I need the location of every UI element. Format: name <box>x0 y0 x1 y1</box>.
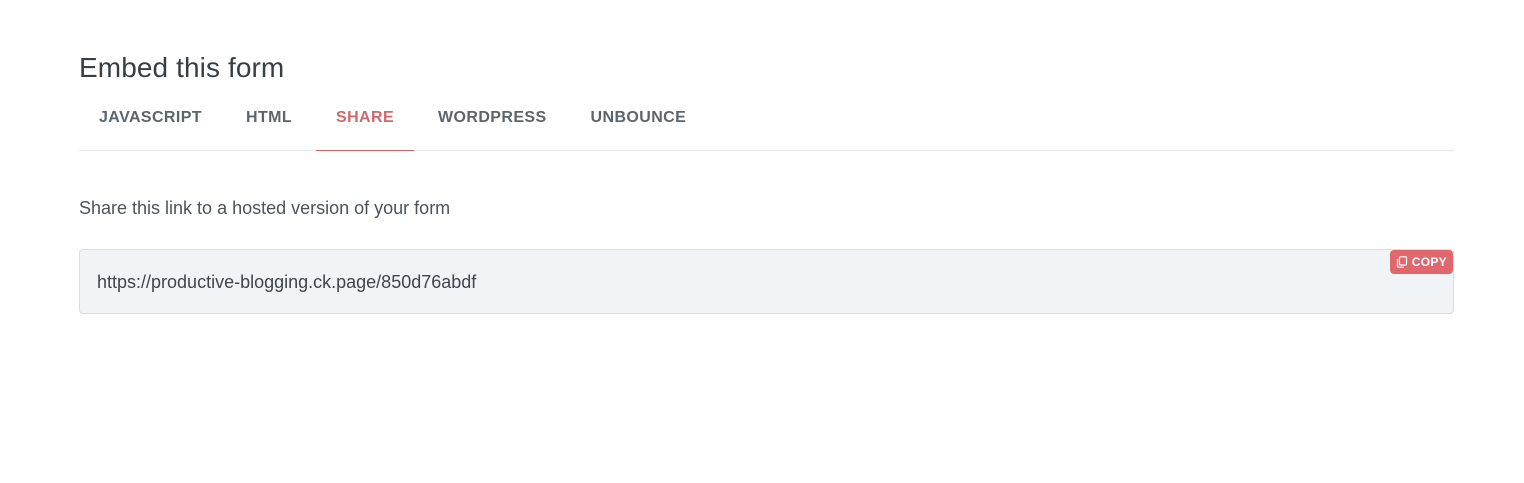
tab-html[interactable]: HTML <box>226 98 312 150</box>
tab-wordpress[interactable]: WORDPRESS <box>418 98 567 150</box>
copy-icon <box>1396 256 1408 268</box>
tab-share[interactable]: SHARE <box>316 98 415 151</box>
share-description: Share this link to a hosted version of y… <box>79 198 451 218</box>
share-link-url[interactable]: https://productive-blogging.ck.page/850d… <box>97 272 476 293</box>
copy-button-label: COPY <box>1411 255 1447 269</box>
tab-javascript[interactable]: JAVASCRIPT <box>79 98 222 150</box>
copy-button[interactable]: COPY <box>1389 250 1453 274</box>
page-title: Embed this form <box>79 52 285 83</box>
tab-unbounce[interactable]: UNBOUNCE <box>571 98 707 150</box>
share-link-box[interactable]: https://productive-blogging.ck.page/850d… <box>79 249 1454 314</box>
embed-tabs: JAVASCRIPT HTML SHARE WORDPRESS UNBOUNCE <box>79 98 1454 151</box>
